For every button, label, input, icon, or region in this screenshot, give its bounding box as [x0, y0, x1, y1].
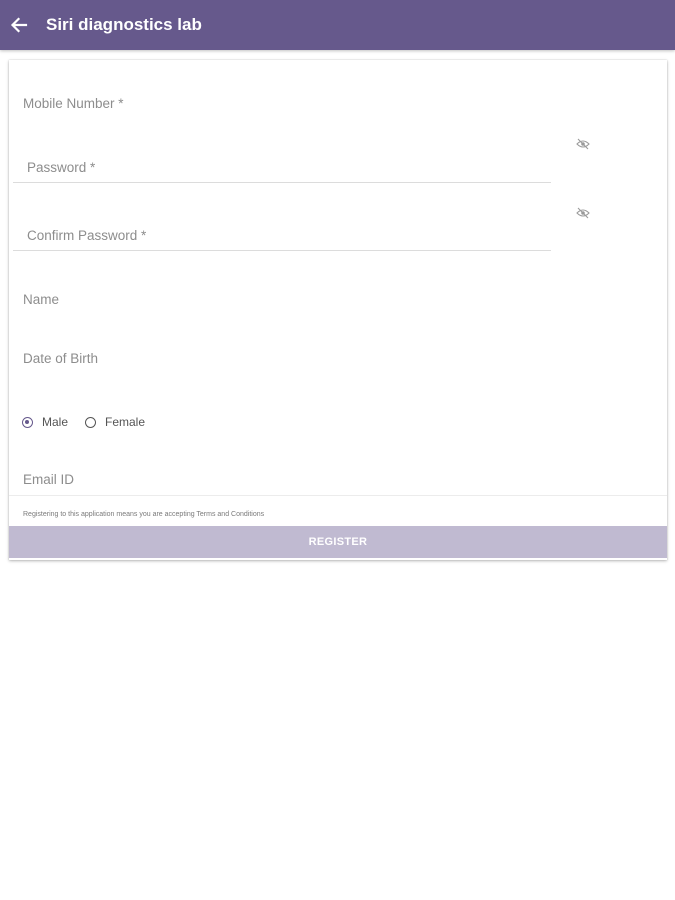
date-of-birth-field[interactable]: Date of Birth — [23, 351, 98, 367]
divider — [9, 495, 667, 496]
mobile-number-field[interactable]: Mobile Number * — [23, 96, 124, 112]
gender-option-male[interactable]: Male — [22, 415, 68, 429]
eye-off-icon — [576, 138, 590, 150]
gender-option-female[interactable]: Female — [85, 415, 145, 429]
app-bar: Siri diagnostics lab — [0, 0, 675, 50]
confirm-password-field[interactable]: Confirm Password * — [13, 220, 551, 251]
terms-notice: Registering to this application means yo… — [23, 511, 265, 518]
password-visibility-toggle[interactable] — [575, 137, 591, 151]
confirm-password-placeholder: Confirm Password * — [27, 228, 147, 243]
password-field[interactable]: Password * — [13, 152, 551, 183]
gender-label-male: Male — [42, 415, 69, 429]
registration-form-card: Mobile Number * Password * Confirm Passw… — [9, 60, 667, 560]
back-button[interactable] — [6, 12, 32, 38]
radio-button-selected[interactable] — [22, 416, 33, 428]
email-field[interactable]: Email ID — [23, 472, 74, 488]
app-title: Siri diagnostics lab — [46, 15, 202, 34]
password-placeholder: Password * — [27, 160, 96, 175]
radio-button-unselected[interactable] — [85, 416, 96, 428]
confirm-password-visibility-toggle[interactable] — [575, 206, 591, 220]
gender-label-female: Female — [105, 415, 146, 429]
arrow-left-icon — [10, 17, 28, 33]
register-button[interactable]: REGISTER — [9, 526, 667, 558]
eye-off-icon — [576, 207, 590, 219]
name-field[interactable]: Name — [23, 292, 59, 308]
